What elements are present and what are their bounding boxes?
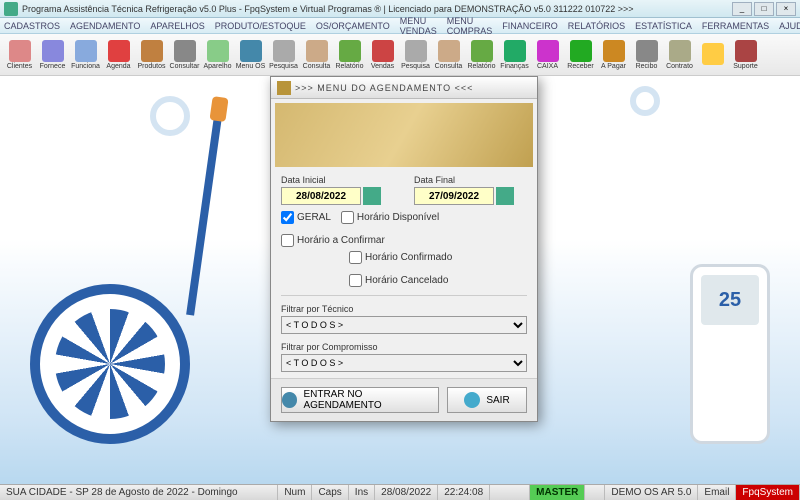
statusbar: SUA CIDADE - SP 28 de Agosto de 2022 - D…: [0, 484, 800, 500]
toolbar-receber-button[interactable]: Receber: [565, 40, 596, 70]
sair-button[interactable]: SAIR: [447, 387, 527, 413]
menu-ferramentas[interactable]: FERRAMENTAS: [702, 21, 769, 31]
toolbar-consulta-button[interactable]: Consulta: [433, 40, 464, 70]
menu-ajuda[interactable]: AJUDA: [779, 21, 800, 31]
toolbar-consulta-button[interactable]: Consulta: [301, 40, 332, 70]
status-location: SUA CIDADE - SP 28 de Agosto de 2022 - D…: [0, 485, 278, 500]
calendar-button[interactable]: [496, 187, 514, 205]
status-caps: Caps: [312, 485, 348, 500]
toolbar-relatório-button[interactable]: Relatório: [334, 40, 365, 70]
data-inicial-input[interactable]: [281, 187, 361, 205]
status-num: Num: [278, 485, 312, 500]
toolbar-recibo-button[interactable]: Recibo: [631, 40, 662, 70]
filtro-tecnico-label: Filtrar por Técnico: [271, 302, 537, 316]
status-blank2: [585, 485, 605, 500]
entrar-agendamento-button[interactable]: ENTRAR NO AGENDAMENTO: [281, 387, 439, 413]
menu-agendamento[interactable]: AGENDAMENTO: [70, 21, 140, 31]
toolbar-pesquisa-button[interactable]: Pesquisa: [268, 40, 299, 70]
dialog-banner-image: [275, 103, 533, 167]
status-date: 28/08/2022: [375, 485, 438, 500]
toolbar-finanças-button[interactable]: Finanças: [499, 40, 530, 70]
minimize-button[interactable]: _: [732, 2, 752, 16]
toolbar-suporte-button[interactable]: Suporte: [730, 40, 761, 70]
menu-menu compras[interactable]: MENU COMPRAS: [447, 16, 493, 36]
toolbar-pesquisa-button[interactable]: Pesquisa: [400, 40, 431, 70]
menu-estatística[interactable]: ESTATÍSTICA: [635, 21, 692, 31]
status-email: Email: [698, 485, 736, 500]
app-icon: [4, 2, 18, 16]
toolbar-agenda-button[interactable]: Agenda: [103, 40, 134, 70]
status-demo: DEMO OS AR 5.0: [605, 485, 698, 500]
toolbar-clientes-button[interactable]: Clientes: [4, 40, 35, 70]
filtro-compromisso-select[interactable]: < T O D O S >: [281, 354, 527, 372]
status-blank: [490, 485, 530, 500]
status-time: 22:24:08: [438, 485, 490, 500]
status-ins: Ins: [349, 485, 375, 500]
toolbar-fornece-button[interactable]: Fornece: [37, 40, 68, 70]
maximize-button[interactable]: □: [754, 2, 774, 16]
toolbar-aparelho-button[interactable]: Aparelho: [202, 40, 233, 70]
filtro-tecnico-select[interactable]: < T O D O S >: [281, 316, 527, 334]
toolbar-caixa-button[interactable]: CAIXA: [532, 40, 563, 70]
menubar: CADASTROS AGENDAMENTO APARELHOS PRODUTO/EST…: [0, 18, 800, 34]
toolbar-icon-button[interactable]: [697, 43, 728, 66]
fan-illustration: [30, 284, 190, 444]
data-final-input[interactable]: [414, 187, 494, 205]
confirmado-checkbox[interactable]: Horário Confirmado: [349, 251, 452, 264]
cancelado-checkbox[interactable]: Horário Cancelado: [349, 274, 448, 287]
enter-icon: [282, 392, 297, 408]
dialog-titlebar: >>> MENU DO AGENDAMENTO <<<: [271, 77, 537, 99]
menu-aparelhos[interactable]: APARELHOS: [150, 21, 204, 31]
toolbar: ClientesForneceFuncionaAgendaProdutosCon…: [0, 34, 800, 76]
menu-financeiro[interactable]: FINANCEIRO: [502, 21, 558, 31]
screwdriver-illustration: [186, 116, 222, 315]
remote-illustration: 25: [690, 264, 770, 444]
menu-os/orçamento[interactable]: OS/ORÇAMENTO: [316, 21, 390, 31]
menu-relatórios[interactable]: RELATÓRIOS: [568, 21, 625, 31]
dialog-title: >>> MENU DO AGENDAMENTO <<<: [295, 83, 473, 93]
remote-display: 25: [701, 275, 759, 325]
disponivel-checkbox[interactable]: Horário Disponível: [341, 211, 439, 224]
toolbar-vendas-button[interactable]: Vendas: [367, 40, 398, 70]
status-brand: FpqSystem: [736, 485, 800, 500]
exit-icon: [464, 392, 480, 408]
data-final-label: Data Final: [414, 175, 527, 185]
toolbar-consultar-button[interactable]: Consultar: [169, 40, 200, 70]
data-inicial-label: Data Inicial: [281, 175, 394, 185]
window-title: Programa Assistência Técnica Refrigeraçã…: [22, 4, 730, 14]
geral-checkbox[interactable]: GERAL: [281, 211, 331, 224]
toolbar-a pagar-button[interactable]: A Pagar: [598, 40, 629, 70]
close-button[interactable]: ×: [776, 2, 796, 16]
toolbar-contrato-button[interactable]: Contrato: [664, 40, 695, 70]
menu-menu vendas[interactable]: MENU VENDAS: [400, 16, 437, 36]
calendar-button[interactable]: [363, 187, 381, 205]
confirmar-checkbox[interactable]: Horário a Confirmar: [281, 234, 385, 247]
menu-produto/estoque[interactable]: PRODUTO/ESTOQUE: [215, 21, 306, 31]
calendar-icon: [277, 81, 291, 95]
agendamento-dialog: >>> MENU DO AGENDAMENTO <<< Data Inicial…: [270, 76, 538, 422]
toolbar-menu os-button[interactable]: Menu OS: [235, 40, 266, 70]
toolbar-funciona-button[interactable]: Funciona: [70, 40, 101, 70]
toolbar-relatório-button[interactable]: Relatório: [466, 40, 497, 70]
gear-icon: [150, 96, 190, 136]
toolbar-produtos-button[interactable]: Produtos: [136, 40, 167, 70]
status-master: MASTER: [530, 485, 585, 500]
gear-icon: [630, 86, 660, 116]
filtro-compromisso-label: Filtrar por Compromisso: [271, 340, 537, 354]
desktop-area: 25 >>> MENU DO AGENDAMENTO <<< Data Inic…: [0, 76, 800, 484]
menu-cadastros[interactable]: CADASTROS: [4, 21, 60, 31]
